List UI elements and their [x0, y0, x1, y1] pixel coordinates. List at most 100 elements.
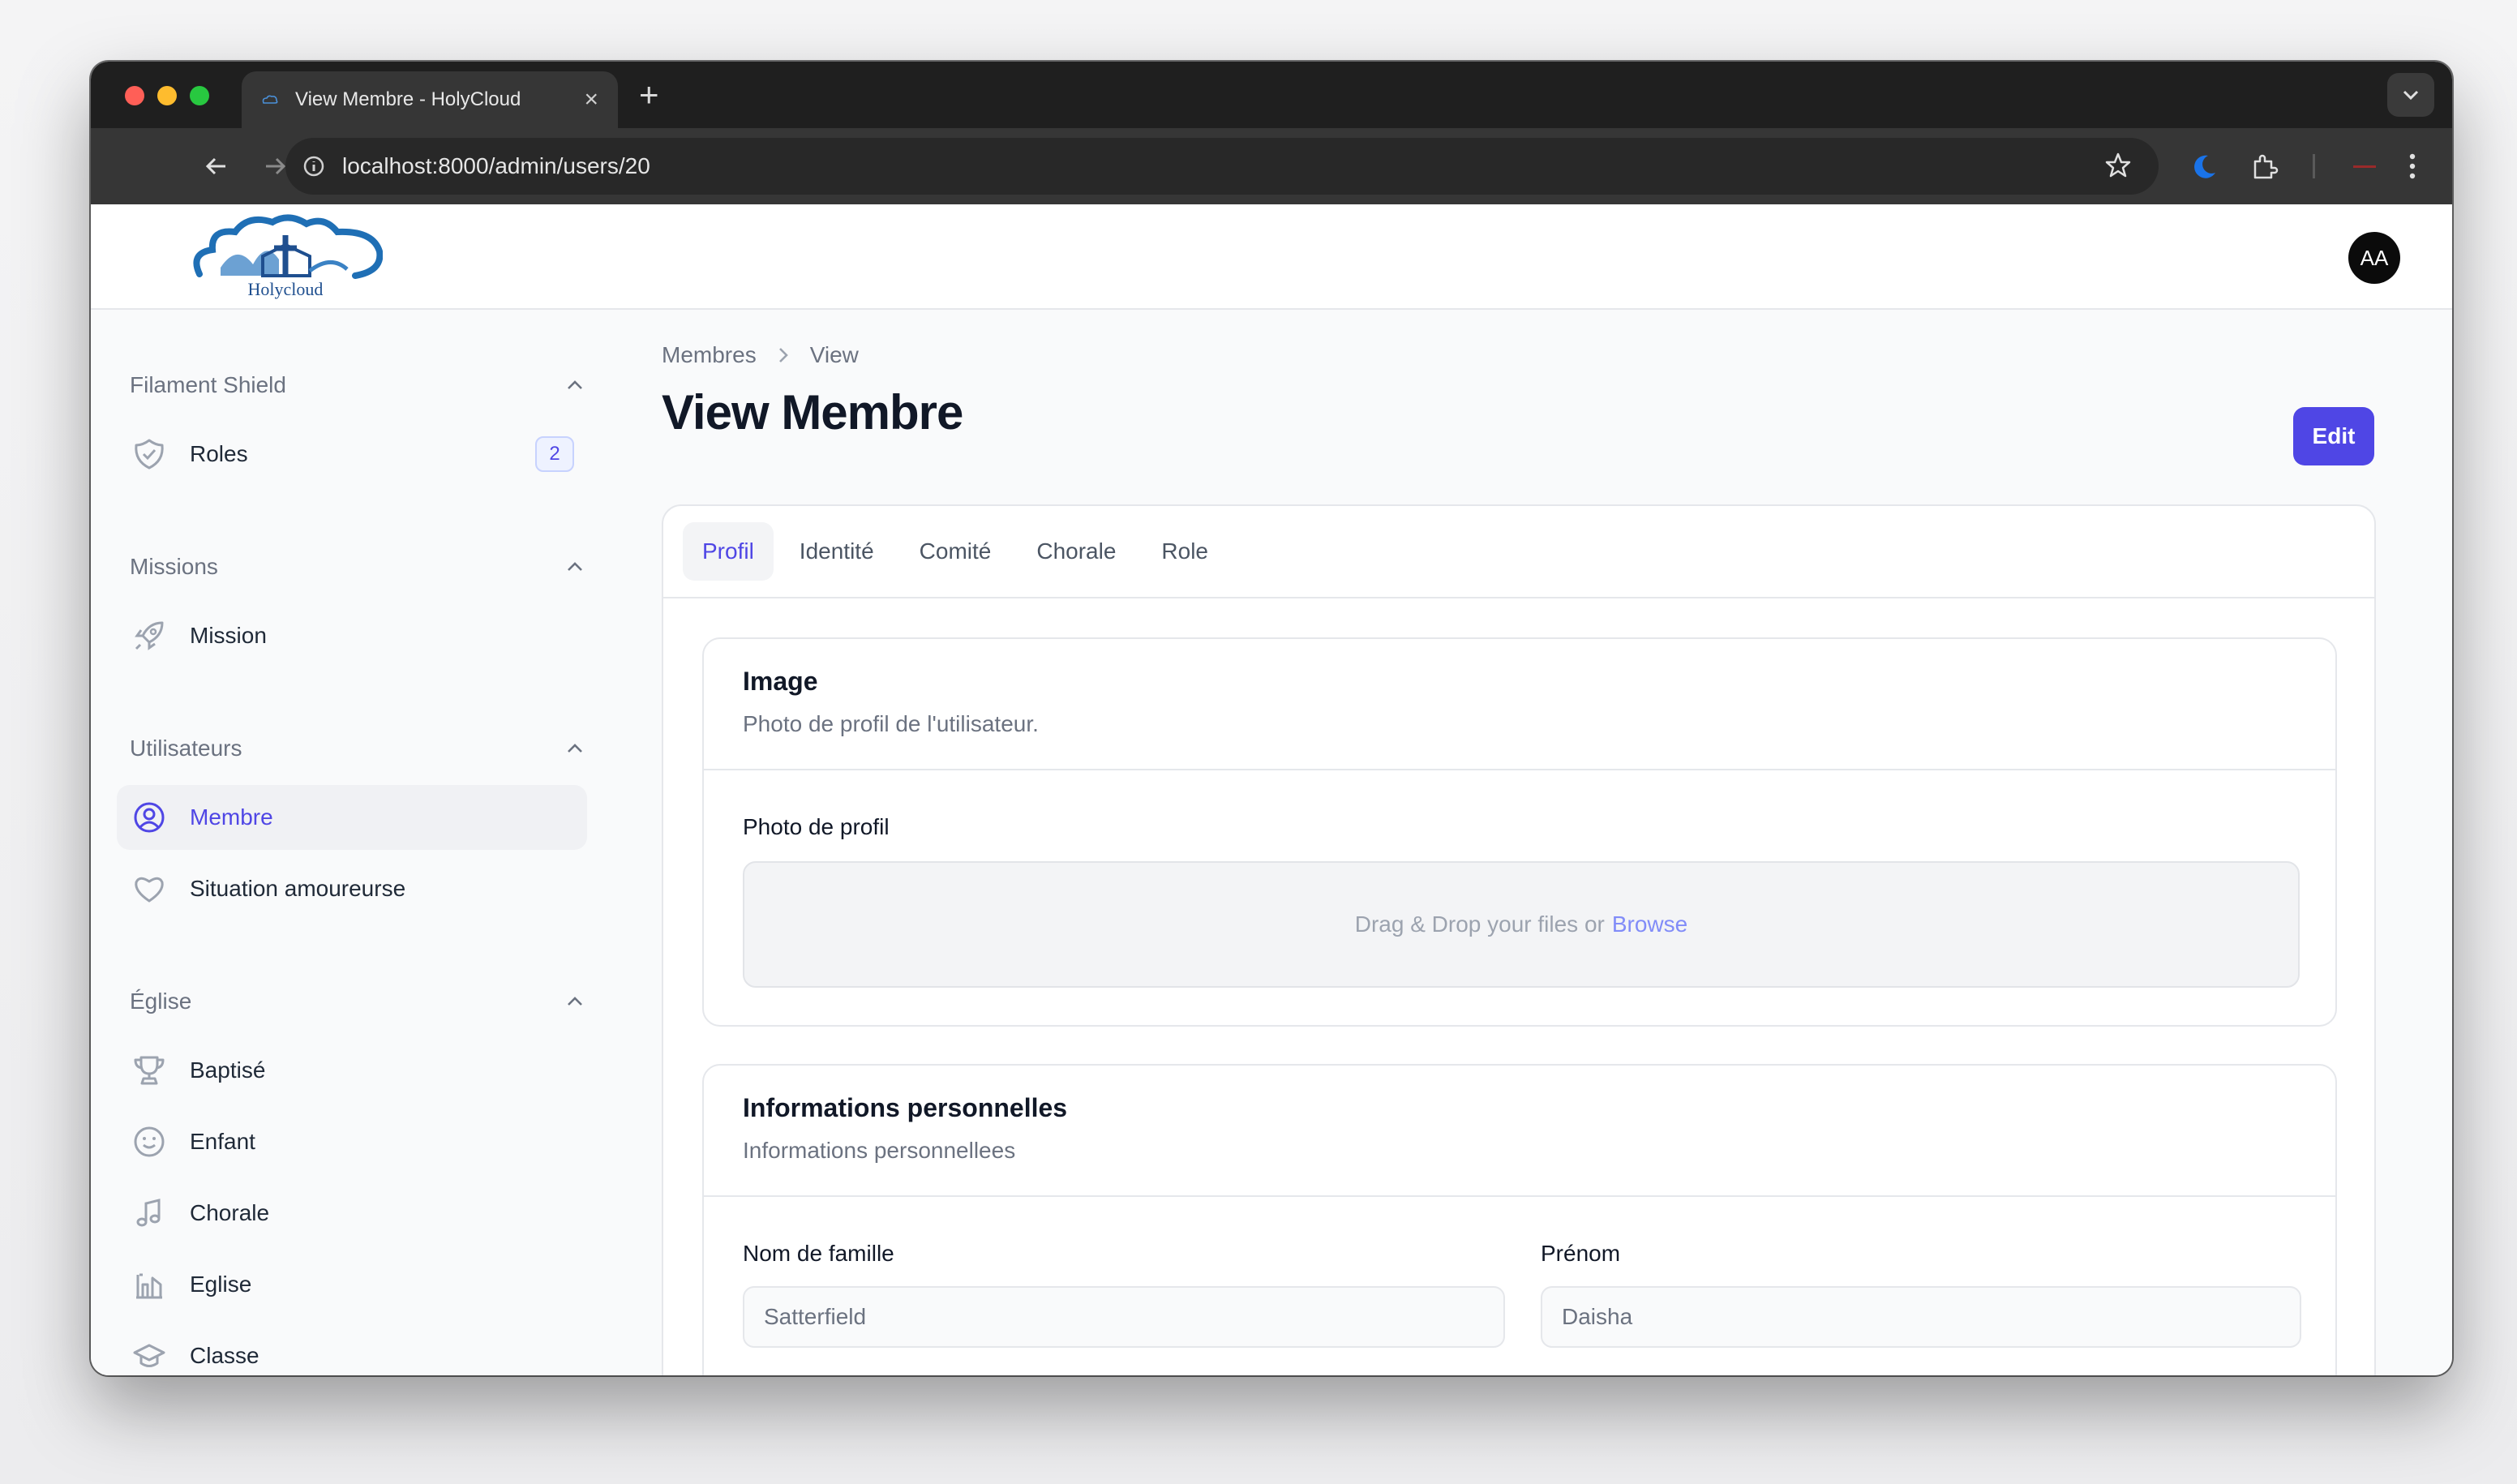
holycloud-logo[interactable]: Holycloud [188, 211, 383, 305]
new-tab-button[interactable]: + [639, 76, 659, 114]
rocket-icon [131, 618, 167, 654]
section-description: Informations personnellees [743, 1138, 1016, 1163]
section-description: Photo de profil de l'utilisateur. [743, 711, 1039, 736]
maximize-window-button[interactable] [190, 86, 209, 105]
chevron-up-icon [568, 562, 582, 571]
dropzone-text: Drag & Drop your files or [1354, 911, 1605, 937]
browser-tab-strip: View Membre - HolyCloud × + [91, 62, 2452, 128]
browser-window: View Membre - HolyCloud × + localhost:80… [91, 62, 2452, 1375]
sidebar-group-eglise[interactable]: Église [130, 981, 584, 1022]
edit-button[interactable]: Edit [2293, 407, 2374, 465]
arrow-right-icon [266, 157, 286, 175]
tab-close-icon[interactable]: × [584, 86, 598, 114]
sidebar-item-mission[interactable]: Mission [117, 603, 587, 668]
kebab-menu-icon [2409, 153, 2416, 179]
detail-tabs: Profil Identité Comité Chorale Role [683, 522, 1234, 581]
membre-detail-card: Profil Identité Comité Chorale Role Imag… [662, 504, 2376, 1375]
sidebar-item-label: Classe [190, 1343, 259, 1368]
sidebar-item-membre[interactable]: Membre [117, 785, 587, 850]
chevron-up-icon [568, 744, 582, 753]
image-section: Image Photo de profil de l'utilisateur. … [702, 637, 2337, 1027]
close-window-button[interactable] [125, 86, 144, 105]
address-bar[interactable]: localhost:8000/admin/users/20 [285, 138, 2159, 195]
shield-check-icon [131, 436, 167, 472]
extensions-button[interactable] [2246, 148, 2283, 185]
browser-menu-button[interactable] [2394, 148, 2431, 185]
url-text: localhost:8000/admin/users/20 [342, 153, 650, 178]
page-title: View Membre [662, 385, 963, 440]
sidebar-item-label: Membre [190, 804, 273, 830]
sidebar-item-baptise[interactable]: Baptisé [117, 1038, 587, 1103]
sidebar-group-missions[interactable]: Missions [130, 547, 584, 587]
logo-text: Holycloud [248, 279, 324, 299]
app-topbar: Holycloud AA [91, 204, 2452, 310]
sidebar-item-chorale[interactable]: Chorale [117, 1181, 587, 1246]
personal-info-section: Informations personnelles Informations p… [702, 1064, 2337, 1375]
face-smile-icon [131, 1124, 167, 1160]
sidebar-item-enfant[interactable]: Enfant [117, 1109, 587, 1174]
sidebar-item-eglise[interactable]: Eglise [117, 1252, 587, 1317]
image-section-header: Image Photo de profil de l'utilisateur. [704, 639, 2335, 770]
bookmark-star-icon[interactable] [2103, 151, 2133, 180]
tab-search-button[interactable] [2387, 73, 2434, 117]
favicon-icon [262, 95, 278, 104]
user-avatar[interactable]: AA [2348, 232, 2400, 284]
page-content: Holycloud AA Filament Shield Roles 2 Mis… [91, 204, 2452, 1375]
photo-de-profil-label: Photo de profil [743, 814, 890, 839]
sidebar-group-label: Église [130, 989, 192, 1014]
prenom-field[interactable]: Daisha [1541, 1286, 2301, 1348]
chevron-up-icon [568, 380, 582, 389]
nom-de-famille-field[interactable]: Satterfield [743, 1286, 1505, 1348]
tab-title: View Membre - HolyCloud [295, 88, 521, 110]
sidebar-item-label: Mission [190, 623, 267, 648]
sidebar-group-label: Utilisateurs [130, 736, 242, 761]
sidebar-item-classe[interactable]: Classe [117, 1323, 587, 1375]
chevron-down-icon [2403, 90, 2419, 101]
sidebar-group-label: Filament Shield [130, 372, 286, 397]
breadcrumb-membres-link[interactable]: Membres [662, 342, 757, 368]
breadcrumb-current: View [809, 342, 859, 367]
sidebar-group-filament-shield[interactable]: Filament Shield [130, 365, 584, 405]
chevron-right-icon [778, 346, 789, 364]
sidebar-item-roles[interactable]: Roles 2 [117, 422, 587, 487]
section-title: Image [743, 667, 818, 696]
photo-dropzone[interactable]: Drag & Drop your files or Browse [743, 861, 2300, 988]
breadcrumb: Membres View [662, 342, 859, 368]
tab-chorale[interactable]: Chorale [1017, 522, 1135, 581]
user-circle-icon [131, 800, 167, 835]
section-title: Informations personnelles [743, 1093, 1068, 1122]
sidebar-item-label: Chorale [190, 1200, 270, 1225]
sidebar-item-label: Baptisé [190, 1057, 266, 1083]
tab-comite[interactable]: Comité [900, 522, 1011, 581]
sidebar-group-label: Missions [130, 554, 218, 579]
profile-indicator[interactable] [2353, 165, 2376, 168]
tab-role[interactable]: Role [1142, 522, 1228, 581]
building-library-icon [131, 1267, 167, 1302]
academic-cap-icon [131, 1338, 167, 1374]
musical-note-icon [131, 1195, 167, 1231]
minimize-window-button[interactable] [157, 86, 177, 105]
sidebar-group-utilisateurs[interactable]: Utilisateurs [130, 728, 584, 769]
browser-tab[interactable]: View Membre - HolyCloud × [242, 71, 618, 128]
browser-toolbar: localhost:8000/admin/users/20 [91, 128, 2452, 204]
browse-link[interactable]: Browse [1612, 911, 1687, 937]
toolbar-divider [2313, 154, 2315, 178]
sidebar-item-label: Roles [190, 441, 248, 466]
arrow-left-icon [205, 157, 225, 175]
sidebar-item-label: Situation amoureurse [190, 876, 406, 901]
site-info-icon [303, 156, 324, 177]
moon-icon [2194, 155, 2215, 178]
roles-count-badge: 2 [535, 436, 574, 472]
dark-mode-extension-button[interactable] [2186, 148, 2223, 185]
heart-icon [131, 871, 167, 907]
prenom-label: Prénom [1541, 1241, 1621, 1266]
nom-de-famille-label: Nom de famille [743, 1241, 894, 1266]
sidebar-item-label: Enfant [190, 1129, 255, 1154]
tab-profil[interactable]: Profil [683, 522, 774, 581]
sidebar-item-situation-amoureurse[interactable]: Situation amoureurse [117, 856, 587, 921]
back-button[interactable] [198, 148, 235, 185]
personal-info-section-header: Informations personnelles Informations p… [704, 1066, 2335, 1197]
trophy-icon [131, 1053, 167, 1088]
puzzle-icon [2253, 154, 2279, 179]
tab-identite[interactable]: Identité [780, 522, 894, 581]
